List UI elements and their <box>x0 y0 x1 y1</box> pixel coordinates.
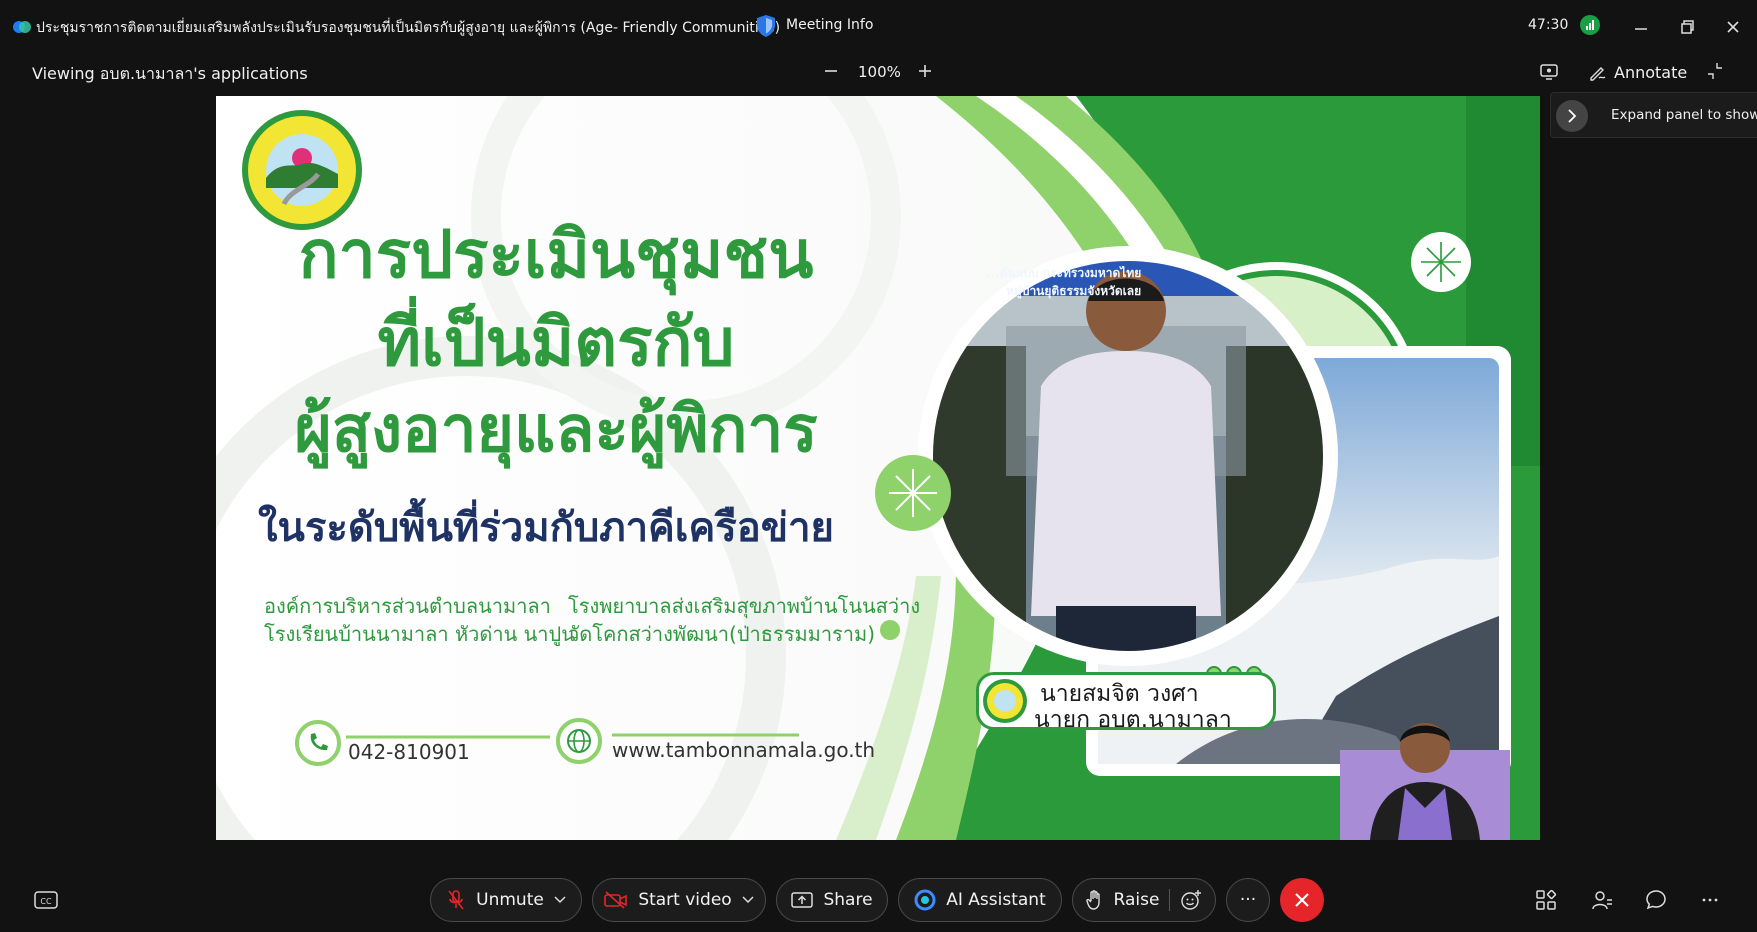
expand-panel[interactable]: Expand panel to show v <box>1550 92 1757 138</box>
share-icon <box>791 892 814 908</box>
captions-icon[interactable]: CC <box>34 890 58 910</box>
chevron-right-icon[interactable] <box>1556 100 1588 132</box>
leave-button[interactable] <box>1280 878 1324 922</box>
slide-title-line3: ผู้สูงอายุและผู้พิการ <box>294 393 818 467</box>
presenter-video[interactable] <box>1340 690 1510 840</box>
start-video-button[interactable]: Start video <box>592 878 766 922</box>
banner-line1: ...ต้นแบบ กระทรวงมหาดไทย <box>986 266 1142 280</box>
annotate-label: Annotate <box>1614 62 1688 82</box>
hand-icon <box>1085 890 1100 910</box>
more-button[interactable]: ··· <box>1226 878 1270 922</box>
ai-assistant-icon <box>914 889 936 911</box>
ai-assistant-button[interactable]: AI Assistant <box>898 878 1062 922</box>
zoom-out-icon[interactable] <box>820 60 842 82</box>
unmute-button[interactable]: Unmute <box>430 878 582 922</box>
chevron-down-icon <box>742 896 754 904</box>
start-video-label: Start video <box>638 890 732 910</box>
expand-panel-label: Expand panel to show v <box>1611 107 1757 123</box>
collapse-icon[interactable] <box>1704 60 1726 82</box>
screen-icon[interactable] <box>1538 60 1560 82</box>
website-url: www.tambonnamala.go.th <box>612 738 876 762</box>
meeting-info-button[interactable]: Meeting Info <box>786 17 873 33</box>
participants-icon[interactable] <box>1590 888 1614 912</box>
webex-logo-icon <box>13 21 31 33</box>
more-options-icon[interactable] <box>1698 888 1722 912</box>
meeting-timer: 47:30 <box>1528 17 1569 33</box>
shield-icon[interactable] <box>756 14 776 38</box>
slide-subtitle: ในระดับพื้นที่ร่วมกับภาคีเครือข่าย <box>258 505 834 551</box>
globe-icon <box>556 718 602 764</box>
close-icon[interactable] <box>1720 14 1746 40</box>
leave-icon <box>1295 893 1309 907</box>
banner-line2: หมู่บ้านยุติธรรมจังหวัดเลย <box>1006 284 1142 298</box>
slide-title-line1: การประเมินชุมชน <box>298 216 814 293</box>
org-left-2: โรงเรียนบ้านนามาลา หัวด่าน นาปูน <box>264 622 575 646</box>
org-right-2: วัดโคกสว่างพัฒนา(ป่าธรรมมาราม) <box>568 622 876 646</box>
more-label: ··· <box>1239 890 1257 910</box>
share-button[interactable]: Share <box>776 878 888 922</box>
minimize-icon[interactable] <box>1628 14 1654 40</box>
pen-icon <box>1590 67 1606 81</box>
title-bar: ประชุมราชการติดตามเยี่ยมเสริมพลังประเมิน… <box>0 0 1757 54</box>
viewing-label: Viewing อบต.นามาลา's applications <box>32 64 308 83</box>
person-title: นายก อบต.นามาลา <box>1034 707 1232 733</box>
video-off-icon <box>604 891 628 909</box>
restore-icon[interactable] <box>1674 14 1700 40</box>
mic-off-icon <box>448 890 464 910</box>
zoom-level: 100% <box>858 63 901 81</box>
reaction-icon[interactable] <box>1180 889 1202 911</box>
divider <box>1169 889 1171 911</box>
phone-icon <box>295 720 341 766</box>
chat-icon[interactable] <box>1644 888 1668 912</box>
ai-assistant-label: AI Assistant <box>946 890 1046 910</box>
raise-hand-button[interactable]: Raise <box>1072 878 1216 922</box>
meeting-title: ประชุมราชการติดตามเยี่ยมเสริมพลังประเมิน… <box>36 20 781 36</box>
apps-icon[interactable] <box>1534 888 1558 912</box>
share-label: Share <box>823 890 873 910</box>
svg-text:CC: CC <box>40 897 52 906</box>
slide-title-line2: ที่เป็นมิตรกับ <box>377 304 735 381</box>
unmute-label: Unmute <box>476 890 544 910</box>
chevron-down-icon <box>554 896 566 904</box>
signal-icon[interactable] <box>1580 15 1600 35</box>
nameplate-logo <box>983 679 1027 723</box>
zoom-in-icon[interactable] <box>914 60 936 82</box>
org-left-1: องค์การบริหารส่วนตำบลนามาลา <box>264 594 551 618</box>
phone-number: 042-810901 <box>348 740 470 764</box>
raise-label: Raise <box>1113 890 1160 910</box>
organization-logo <box>242 110 362 230</box>
annotate-button[interactable]: Annotate <box>1588 62 1687 82</box>
org-right-1: โรงพยาบาลส่งเสริมสุขภาพบ้านโนนสว่าง <box>568 594 921 618</box>
